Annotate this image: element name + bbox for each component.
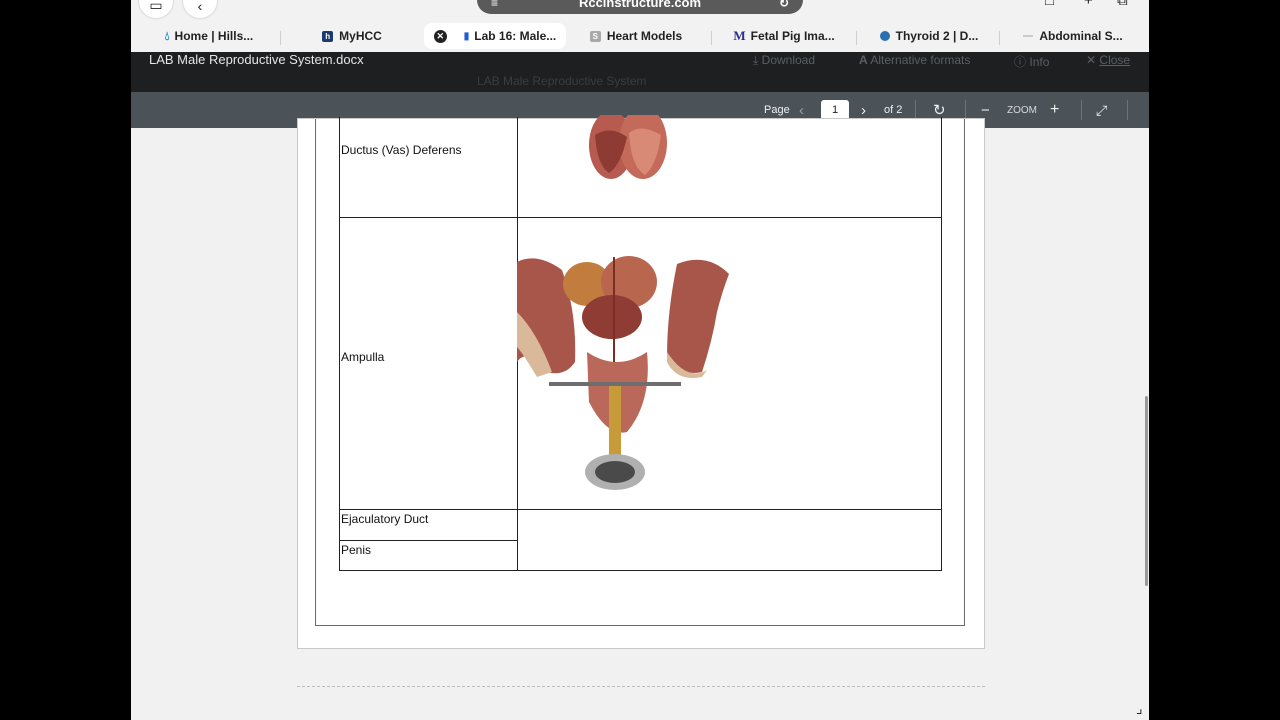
close-button[interactable]: ✕ Close [1086,53,1130,67]
globe-icon [879,31,890,41]
scrollbar-thumb[interactable] [1145,396,1148,586]
reader-icon: ≡ [491,0,499,10]
tab-abdominal[interactable]: Abdominal S... [1003,23,1143,49]
resize-handle-icon[interactable]: ⌟ [1136,700,1143,717]
chevron-left-icon: ‹ [197,0,203,14]
screen: ▭ ‹ ≡ Rccinstructure.com ↻ □ + ⧉ 💧︎ Home… [0,0,1280,720]
table-cell-label: Ejaculatory Duct [339,509,518,541]
back-button[interactable]: ‹ [183,0,217,18]
m-icon: M [733,28,746,43]
tab-myhcc[interactable]: h MyHCC [283,23,421,49]
page-separator [297,686,985,687]
browser-top-bar: ▭ ‹ ≡ Rccinstructure.com ↻ □ + ⧉ [131,0,1149,20]
sidebar-toggle-button[interactable]: ▭ [139,0,173,18]
table-cell-label: Ductus (Vas) Deferens [339,117,518,218]
tab-home-hillsborough[interactable]: 💧︎ Home | Hills... [141,23,277,49]
table-cell-label: Ampulla [339,217,518,510]
tab-heart-models[interactable]: S Heart Models [569,23,703,49]
close-icon: ✕ [1086,53,1097,67]
row-label-penis: Penis [341,543,372,557]
testes-model-image [589,115,667,179]
document-title: LAB Male Reproductive System.docx [149,52,364,67]
alternative-formats-button[interactable]: A Alternative formats [859,53,970,67]
tab-label: Lab 16: Male... [474,29,557,43]
pelvis-model-image [517,256,729,490]
new-tab-icon[interactable]: + [1084,0,1093,9]
document-header: LAB Male Reproductive System.docx LAB Ma… [131,52,1149,92]
tab-overview-icon[interactable]: ⧉ [1117,0,1128,9]
sidebar-icon: ▭ [149,0,163,13]
document-icon: ▮ [463,30,470,42]
table-cell-image [517,115,942,218]
document-page: Ductus (Vas) Deferens Ampulla Ejaculator… [297,115,985,649]
close-label: Close [1099,53,1131,67]
download-button[interactable]: ⤓ Download [753,53,815,68]
tab-strip: 💧︎ Home | Hills... h MyHCC ✕ ▮ Lab 16: M… [131,20,1149,52]
info-button[interactable]: ⓘ Info [1014,53,1049,70]
close-tab-icon[interactable]: ✕ [433,29,447,43]
row-label-ejaculatory-duct: Ejaculatory Duct [341,512,429,526]
tab-thyroid[interactable]: Thyroid 2 | D... [859,23,999,49]
row-label-ductus-deferens: Ductus (Vas) Deferens [341,143,462,157]
document-viewer: Ductus (Vas) Deferens Ampulla Ejaculator… [131,115,1149,720]
hcc-icon: h [322,30,334,42]
info-icon: ⓘ [1014,55,1027,69]
fullscreen-icon[interactable]: ⤢ [1096,92,1107,128]
tab-label: Heart Models [606,29,683,43]
download-icon: ⤓ [753,53,759,67]
alt-formats-label: Alternative formats [870,53,971,67]
row-label-ampulla: Ampulla [341,350,385,364]
tab-label: Abdominal S... [1039,29,1123,43]
blank-page-icon [1023,35,1034,37]
share-icon[interactable]: □ [1045,0,1054,9]
tab-fetal-pig[interactable]: M Fetal Pig Ima... [714,23,854,49]
tab-lab16[interactable]: ✕ ▮ Lab 16: Male... [424,23,566,49]
reload-icon[interactable]: ↻ [779,0,789,10]
browser-window: ▭ ‹ ≡ Rccinstructure.com ↻ □ + ⧉ 💧︎ Home… [131,0,1149,720]
s-icon: S [589,30,601,42]
table-cell-image [517,217,942,510]
info-label: Info [1029,55,1050,69]
table-cell-label: Penis [339,540,518,571]
tab-label: Thyroid 2 | D... [895,29,979,43]
tab-label: Fetal Pig Ima... [750,29,835,43]
url-text: Rccinstructure.com [578,0,702,10]
zoom-in-icon[interactable]: + [1050,92,1059,128]
tab-label: MyHCC [339,29,382,43]
table-cell-image [517,509,942,571]
download-label: Download [761,53,816,67]
drop-icon: 💧︎ [164,28,170,43]
address-bar[interactable]: ≡ Rccinstructure.com ↻ [477,0,803,14]
document-subtitle: LAB Male Reproductive System [477,74,647,88]
zoom-label: ZOOM [1007,104,1037,116]
alt-format-icon: A [859,53,868,67]
tab-label: Home | Hills... [174,29,254,43]
